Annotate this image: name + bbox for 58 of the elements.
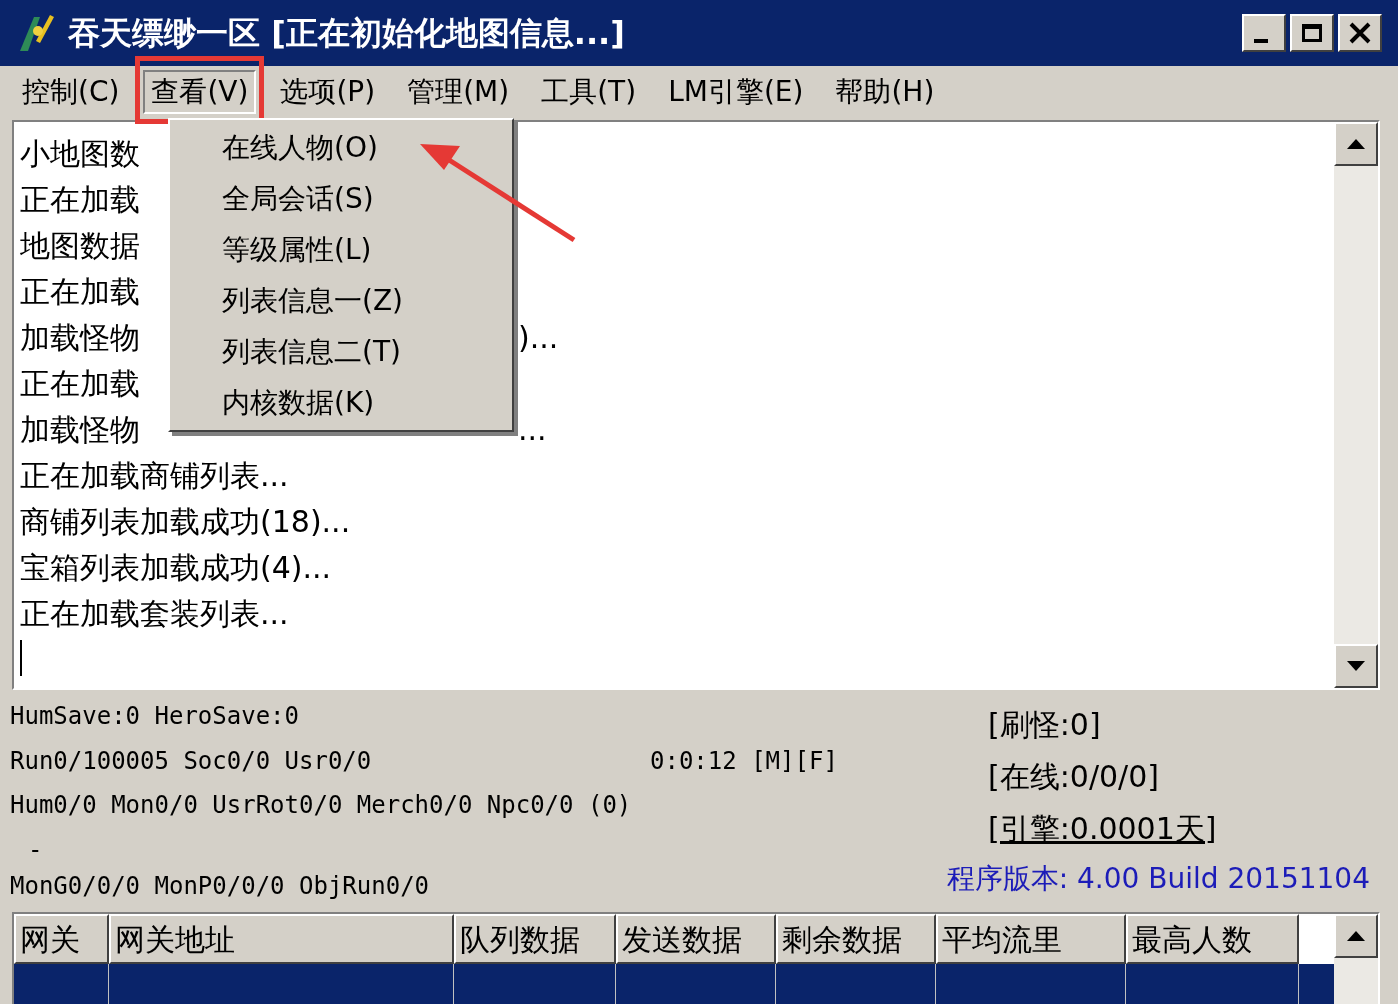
close-icon <box>1348 22 1372 44</box>
menu-bar-item[interactable]: 帮助(H) <box>827 70 943 114</box>
menu-item[interactable]: 等级属性(L) <box>222 224 372 275</box>
log-line: 正在加载 <box>20 273 140 309</box>
column-header[interactable]: 最高人数 <box>1126 914 1299 964</box>
maximize-button[interactable] <box>1290 14 1334 52</box>
column-header[interactable]: 平均流里 <box>936 914 1126 964</box>
log-line: 加载怪物 <box>20 319 140 355</box>
menu-item[interactable]: 在线人物(O) <box>222 122 378 173</box>
down-arrow-icon <box>1346 660 1366 672</box>
up-arrow-icon <box>1346 930 1366 942</box>
scrollbar[interactable] <box>1334 122 1378 688</box>
log-line: 宝箱列表加载成功(4)... <box>20 549 332 585</box>
column-header[interactable]: 网关地址 <box>109 914 454 964</box>
log-line: 商铺列表加载成功(18)... <box>20 503 351 539</box>
up-arrow-icon <box>1346 138 1366 150</box>
menu-item[interactable]: 全局会话(S) <box>222 173 374 224</box>
menu-bar-item[interactable]: 工具(T) <box>533 70 645 114</box>
minimize-icon <box>1254 39 1268 43</box>
engine-link[interactable]: [引擎:0.0001天] <box>988 811 1217 846</box>
menu-bar-item[interactable]: 管理(M) <box>399 70 518 114</box>
column-header[interactable]: 剩余数据 <box>776 914 936 964</box>
close-button[interactable] <box>1338 14 1382 52</box>
log-line: 正在加载 <box>20 181 140 217</box>
scroll-up-button[interactable] <box>1334 122 1378 166</box>
uptime-text: 0:0:12 [M][F] <box>650 745 838 777</box>
version-text: 程序版本: 4.00 Build 20151104 <box>945 861 1371 897</box>
status-text: - <box>28 834 43 866</box>
menu-bar-item[interactable]: LM引擎(E) <box>660 70 812 114</box>
status-text: Run0/100005 Soc0/0 Usr0/0 <box>10 745 373 777</box>
log-line: 正在加载商铺列表... <box>20 457 289 493</box>
minimize-button[interactable] <box>1242 14 1286 52</box>
menu-item[interactable]: 列表信息一(Z) <box>222 275 404 326</box>
counter-text: [在线:0/0/0] <box>987 758 1160 796</box>
menu-bar-item[interactable]: 查看(V) <box>143 70 257 114</box>
status-text: MonG0/0/0 MonP0/0/0 ObjRun0/0 <box>10 870 430 902</box>
maximize-icon <box>1300 22 1324 44</box>
column-header[interactable]: 队列数据 <box>454 914 616 964</box>
log-line: 加载怪物 <box>20 411 140 447</box>
log-line: 地图数据 <box>20 227 140 263</box>
menu-item[interactable]: 列表信息二(T) <box>222 326 401 377</box>
scroll-down-button[interactable] <box>1334 644 1378 688</box>
log-line: )... <box>518 318 559 357</box>
status-text: Hum0/0 Mon0/0 UsrRot0/0 Merch0/0 Npc0/0 (0) <box>10 790 632 821</box>
log-line: 正在加载 <box>20 365 140 401</box>
menu-item[interactable]: 内核数据(K) <box>222 377 375 428</box>
status-text: HumSave:0 HeroSave:0 <box>10 701 299 732</box>
log-line: 正在加载套装列表... <box>20 595 289 631</box>
column-header[interactable]: 发送数据 <box>616 914 776 964</box>
window-title: 吞天缥缈一区 [正在初始化地图信息...] <box>68 13 625 54</box>
text-cursor <box>20 640 22 676</box>
column-header[interactable]: 网关 <box>14 914 109 964</box>
scroll-up-button[interactable] <box>1334 914 1378 958</box>
log-line: ... <box>518 410 547 449</box>
menu-bar-item[interactable]: 控制(C) <box>14 70 128 114</box>
log-line: 小地图数 <box>20 135 140 171</box>
counter-text: [刷怪:0] <box>987 706 1102 744</box>
menu-bar-item[interactable]: 选项(P) <box>272 70 384 114</box>
